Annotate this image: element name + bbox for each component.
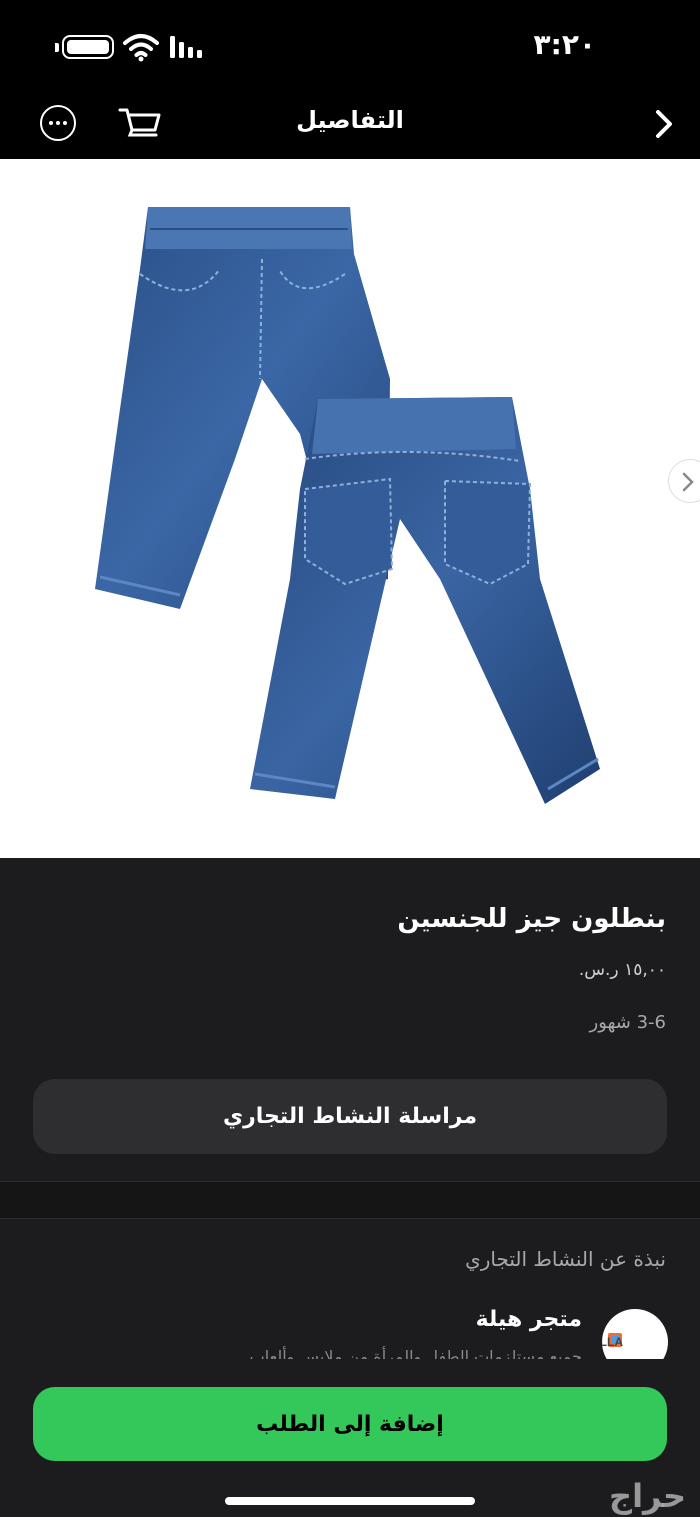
status-bar: ٣:٢٠ [0,0,700,92]
add-to-order-button[interactable]: إضافة إلى الطلب [33,1387,667,1461]
battery-icon [62,35,114,59]
about-business-section: نبذة عن النشاط التجاري HILLA متجر هيلة ج… [0,1219,700,1359]
battery-nub [55,43,59,52]
store-avatar[interactable]: HILLA [602,1309,668,1359]
product-details: بنطلون جيز للجنسين ١٥,٠٠ ر.س. 3-6 شهور م… [0,858,700,1181]
product-image[interactable] [0,159,700,858]
store-name[interactable]: متجر هيلة [476,1307,582,1332]
chevron-right-icon[interactable] [646,106,682,142]
product-title: بنطلون جيز للجنسين [397,904,666,934]
store-logo-text: HILLA [602,1335,623,1349]
status-time: ٣:٢٠ [533,28,596,61]
about-heading: نبذة عن النشاط التجاري [465,1247,666,1271]
carousel-next-button[interactable] [668,459,700,503]
contact-merchant-button[interactable]: مراسلة النشاط التجاري [33,1079,667,1154]
watermark-logo: حراج [609,1477,686,1515]
jeans-illustration [95,207,600,804]
section-divider [0,1181,700,1219]
signal-icon [170,36,202,58]
home-indicator[interactable] [225,1497,475,1505]
wifi-icon [123,34,159,62]
chevron-right-icon [682,472,694,492]
page-title: التفاصيل [296,106,404,134]
bottom-action-bar: إضافة إلى الطلب حراج [0,1359,700,1517]
product-price: ١٥,٠٠ ر.س. [578,960,666,980]
store-description: جميع مستلزمات الطفل والمرأة من ملابس وأل… [249,1347,582,1359]
store-logo: HILLA [602,1333,623,1349]
product-size: 3-6 شهور [589,1012,667,1033]
nav-bar: التفاصيل [0,92,700,159]
